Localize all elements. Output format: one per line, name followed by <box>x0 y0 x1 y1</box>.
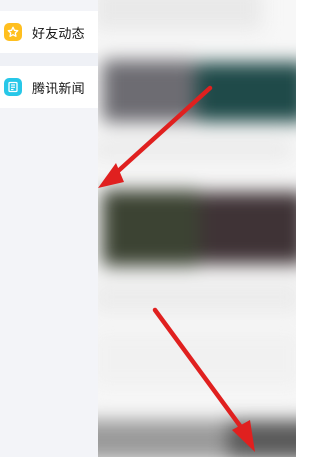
blurred-bottom-bar <box>228 420 296 457</box>
drawer-item-label: 腾讯新闻 <box>32 81 85 97</box>
blurred-thumbnail <box>196 62 296 122</box>
blurred-text-row <box>98 280 296 314</box>
blurred-thumbnail <box>200 192 296 264</box>
side-drawer: 好友动态 腾讯新闻 <box>0 0 98 457</box>
blurred-feed-layer <box>98 0 296 457</box>
blurred-text-row <box>98 330 296 388</box>
blurred-thumbnail <box>102 60 196 122</box>
drawer-item-friend-feed[interactable]: 好友动态 <box>0 11 98 53</box>
blurred-feed <box>98 0 296 457</box>
blurred-thumbnail <box>102 190 200 266</box>
screen: 好友动态 腾讯新闻 <box>0 0 296 457</box>
news-icon <box>4 78 22 96</box>
drawer-divider <box>0 53 98 66</box>
star-icon <box>4 23 22 41</box>
blurred-header <box>98 0 262 30</box>
drawer-item-label: 好友动态 <box>32 26 85 42</box>
blurred-text-row <box>98 138 292 160</box>
drawer-item-tencent-news[interactable]: 腾讯新闻 <box>0 66 98 108</box>
